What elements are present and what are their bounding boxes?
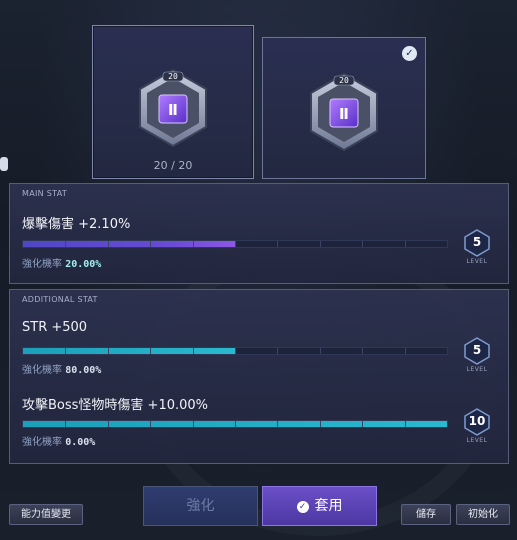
enhance-button[interactable]: 強化 — [143, 486, 258, 526]
additional-stat-1-rate-label: 強化機率 — [22, 365, 62, 376]
emblem-level-badge: 20 — [339, 76, 349, 85]
bar-segment-divider — [319, 421, 321, 427]
bar-segment-divider — [150, 241, 152, 247]
additional-stat-2-level-badge: 10 LEVEL — [456, 408, 498, 450]
main-stat-level-label: LEVEL — [466, 258, 488, 265]
main-stat-progress-fill — [23, 241, 235, 247]
bar-segment-divider — [277, 348, 279, 354]
bar-segment-divider — [319, 348, 321, 354]
apply-button[interactable]: ✓ 套用 — [262, 486, 377, 526]
additional-stat-title: ADDITIONAL STAT — [22, 295, 98, 304]
bar-segment-divider — [65, 241, 67, 247]
additional-stat-1-progress-fill — [23, 348, 235, 354]
additional-stat-2-level-label: LEVEL — [466, 437, 488, 444]
main-stat-panel: MAIN STAT 爆擊傷害 +2.10% 強化機率 20.00% 5 LEVE… — [9, 183, 509, 284]
bar-segment-divider — [107, 348, 109, 354]
svg-text:Ⅱ: Ⅱ — [339, 105, 349, 123]
bar-segment-divider — [319, 241, 321, 247]
emblem-hex-icon: Ⅱ 20 — [137, 68, 209, 148]
svg-text:Ⅱ: Ⅱ — [168, 101, 178, 119]
additional-stat-2-progress-bar — [22, 420, 448, 428]
save-button[interactable]: 儲存 — [401, 504, 451, 525]
main-stat-level: 5 — [472, 235, 482, 249]
bar-segment-divider — [235, 348, 236, 354]
additional-stat-1-rate: 強化機率 80.00% — [22, 361, 101, 376]
bar-segment-divider — [277, 241, 279, 247]
main-stat-rate: 強化機率 20.00% — [22, 255, 101, 270]
bar-segment-divider — [107, 241, 109, 247]
bar-segment-divider — [404, 421, 406, 427]
bar-segment-divider — [362, 348, 364, 354]
main-stat-name: 爆擊傷害 +2.10% — [22, 217, 131, 232]
bar-segment-divider — [192, 421, 194, 427]
bar-segment-divider — [235, 241, 236, 247]
bar-segment-divider — [192, 241, 194, 247]
additional-stat-1-name: STR +500 — [22, 320, 88, 335]
additional-stat-2-level: 10 — [468, 414, 486, 428]
bar-segment-divider — [277, 421, 279, 427]
initialize-button[interactable]: 初始化 — [456, 504, 510, 525]
main-stat-title: MAIN STAT — [22, 189, 68, 198]
emblem-card-current[interactable]: Ⅱ 20 20 / 20 — [92, 25, 254, 179]
additional-stat-1-progress-bar — [22, 347, 448, 355]
main-stat-rate-label: 強化機率 — [22, 259, 62, 270]
bar-segment-divider — [65, 421, 67, 427]
additional-stat-1-level-badge: 5 LEVEL — [456, 337, 498, 379]
main-stat-rate-value: 20.00% — [65, 259, 102, 270]
emblem-hex-icon: Ⅱ 20 — [308, 72, 380, 152]
bar-segment-divider — [404, 241, 406, 247]
bar-segment-divider — [235, 421, 236, 427]
bar-segment-divider — [192, 348, 194, 354]
additional-stat-panel: ADDITIONAL STAT STR +500 強化機率 80.00% 5 L… — [9, 289, 509, 464]
emblem-level-badge: 20 — [168, 72, 178, 81]
emblem-count: 20 / 20 — [153, 159, 193, 172]
bar-segment-divider — [362, 241, 364, 247]
additional-stat-2-name: 攻擊Boss怪物時傷害 +10.00% — [22, 398, 209, 413]
main-stat-level-badge: 5 LEVEL — [456, 229, 498, 271]
additional-stat-1-level: 5 — [472, 343, 482, 357]
additional-stat-2-rate-value: 0.00% — [65, 437, 96, 448]
additional-stat-2-rate: 強化機率 0.00% — [22, 433, 95, 448]
side-gem-icon — [0, 157, 8, 171]
bar-segment-divider — [65, 348, 67, 354]
additional-stat-2-rate-label: 強化機率 — [22, 437, 62, 448]
stat-change-button[interactable]: 能力值變更 — [9, 504, 83, 525]
bar-segment-divider — [404, 348, 406, 354]
bar-segment-divider — [150, 421, 152, 427]
bar-segment-divider — [362, 421, 364, 427]
bar-segment-divider — [150, 348, 152, 354]
bar-segment-divider — [107, 421, 109, 427]
additional-stat-1-level-label: LEVEL — [466, 366, 488, 373]
apply-button-label: 套用 — [314, 498, 343, 514]
additional-stat-1-rate-value: 80.00% — [65, 365, 102, 376]
emblem-card-selected[interactable]: ✓ Ⅱ 20 — [262, 37, 426, 179]
check-icon: ✓ — [296, 501, 309, 513]
check-icon: ✓ — [402, 46, 417, 61]
main-stat-progress-bar — [22, 240, 448, 248]
